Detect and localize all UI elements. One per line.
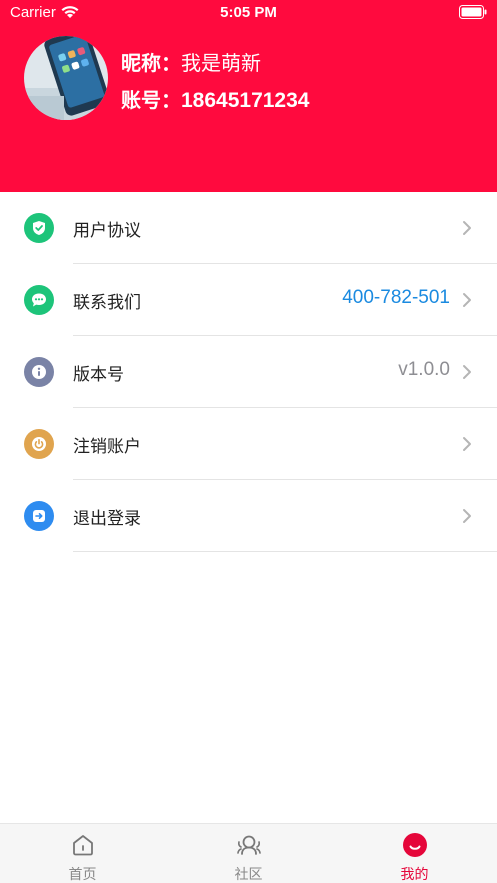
menu-item-label: 用户协议 [73,221,141,241]
divider [73,551,497,552]
nickname-line: 昵称：我是萌新 [121,47,261,76]
nickname-label: 昵称： [121,51,181,75]
profile-smile-icon [402,833,427,857]
profile-header: Carrier 5:05 PM 昵称：我是萌新 账号：18645171234 [0,0,497,192]
tab-label: 首页 [68,867,97,883]
shield-check-icon [24,213,54,243]
tab-label: 我的 [400,867,429,883]
chevron-right-icon [463,293,471,307]
home-icon [72,835,93,856]
menu-item-label: 注销账户 [73,437,141,457]
settings-menu: 用户协议 联系我们 400-782-501 版本号 v1.0.0 注销账户 退出… [0,192,497,552]
account-value: 18645171234 [181,89,310,112]
menu-item-logout[interactable]: 退出登录 [0,480,497,552]
avatar[interactable] [24,36,108,120]
chevron-right-icon [463,437,471,451]
bottom-tab-bar: 首页 社区 我的 [0,823,497,883]
menu-item-version[interactable]: 版本号 v1.0.0 [0,336,497,408]
menu-item-contact-us[interactable]: 联系我们 400-782-501 [0,264,497,336]
menu-item-user-agreement[interactable]: 用户协议 [0,192,497,264]
account-line: 账号：18645171234 [121,84,309,113]
status-bar: Carrier 5:05 PM [0,0,497,26]
chevron-right-icon [463,221,471,235]
tab-community[interactable]: 社区 [166,824,331,883]
chat-bubble-icon [24,285,54,315]
nickname-value: 我是萌新 [181,51,261,75]
status-time: 5:05 PM [220,4,277,21]
menu-item-label: 联系我们 [73,293,141,313]
menu-item-label: 退出登录 [73,509,141,529]
tab-home[interactable]: 首页 [0,824,165,883]
avatar-image [24,36,108,120]
version-value: v1.0.0 [398,359,450,380]
tab-mine[interactable]: 我的 [332,824,497,883]
menu-item-label: 版本号 [73,365,124,385]
contact-phone-value[interactable]: 400-782-501 [342,287,450,309]
logout-icon [24,501,54,531]
battery-icon [459,5,487,19]
tab-label: 社区 [234,867,263,883]
chevron-right-icon [463,509,471,523]
community-icon [236,835,261,855]
power-icon [24,429,54,459]
chevron-right-icon [463,365,471,379]
info-icon [24,357,54,387]
account-label: 账号： [121,88,181,112]
menu-item-delete-account[interactable]: 注销账户 [0,408,497,480]
